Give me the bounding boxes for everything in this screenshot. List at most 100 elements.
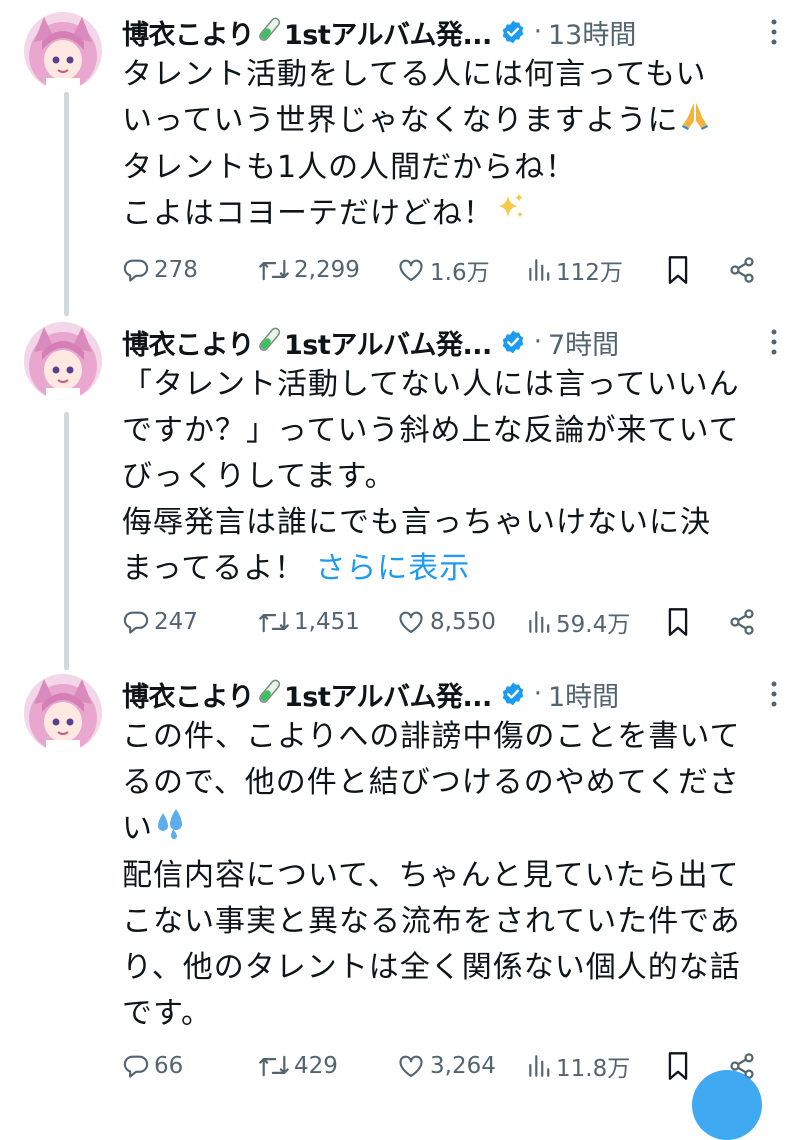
like-count: 8,550 xyxy=(430,609,496,635)
display-name[interactable]: 博衣こより xyxy=(122,675,254,714)
view-count: 59.4万 xyxy=(556,612,631,638)
like-icon xyxy=(399,1055,423,1077)
tweet[interactable]: 博衣こより 1stアルバム発... · 13時間 タレント活動をしてる人には何言… xyxy=(0,12,800,302)
verified-badge-icon xyxy=(500,681,526,707)
separator-dot: · xyxy=(533,327,542,357)
like-count: 1.6万 xyxy=(430,260,490,286)
avatar[interactable] xyxy=(24,12,102,90)
display-name-suffix[interactable]: 1stアルバム発... xyxy=(284,13,492,52)
views-button[interactable]: 112万 xyxy=(526,253,623,287)
sweat-droplets-emoji-icon xyxy=(153,807,187,853)
tweet-text: この件、こよりへの誹謗中傷のことを書いて るので、他の件と結びつけるのやめてくだ… xyxy=(122,714,782,1037)
sparkles-emoji-icon xyxy=(494,191,526,237)
tweet-line: り、他のタレントは全く関係ない個人的な話 xyxy=(122,949,741,985)
views-icon xyxy=(529,611,550,633)
test-tube-icon xyxy=(254,325,284,359)
tweet-header: 博衣こより 1stアルバム発... · 13時間 xyxy=(122,12,782,52)
bookmark-icon xyxy=(668,608,688,636)
bookmark-button[interactable] xyxy=(666,255,690,285)
bookmark-button[interactable] xyxy=(666,1051,690,1081)
action-bar: 247 1,451 8,550 59.4万 xyxy=(122,602,782,642)
tweet-header: 博衣こより 1stアルバム発... · 7時間 xyxy=(122,322,782,362)
share-button[interactable] xyxy=(728,256,756,284)
share-icon xyxy=(730,257,754,283)
more-options-icon[interactable] xyxy=(770,18,778,50)
timestamp[interactable]: 7時間 xyxy=(548,323,619,362)
reply-count: 278 xyxy=(154,257,198,283)
tweet-line: 「タレント活動してない人には言っていいん xyxy=(122,367,740,402)
tweet-text: タレント活動をしてる人には何言ってもい いっていう世界じゃなくなりますように タ… xyxy=(122,52,782,237)
tweet-line: ですか？」っていう斜め上な反論が来ていて xyxy=(122,413,740,448)
tweet-line: いっていう世界じゃなくなりますように xyxy=(122,103,679,138)
tweet-line: い xyxy=(122,811,153,846)
reply-icon xyxy=(123,259,149,282)
like-icon xyxy=(399,611,423,633)
view-count: 11.8万 xyxy=(556,1056,631,1082)
like-button[interactable]: 1.6万 xyxy=(396,253,490,287)
tweet[interactable]: 博衣こより 1stアルバム発... · 7時間 「タレント活動してない人には言っ… xyxy=(0,322,800,652)
action-bar: 278 2,299 1.6万 112万 xyxy=(122,250,782,290)
tweet-line-with-emoji: い xyxy=(122,806,782,853)
tweet-line: タレント活動をしてる人には何言ってもい xyxy=(122,57,707,92)
bookmark-icon xyxy=(668,256,688,284)
views-icon xyxy=(529,259,550,281)
share-button[interactable] xyxy=(728,608,756,636)
tweet-line: タレントも1人の人間だからね！ xyxy=(122,149,577,185)
show-more-link[interactable]: さらに表示 xyxy=(315,551,470,586)
retweet-icon xyxy=(259,611,289,633)
separator-dot: · xyxy=(533,679,542,709)
test-tube-icon xyxy=(254,15,284,49)
share-icon xyxy=(730,609,754,635)
retweet-button[interactable]: 2,299 xyxy=(258,256,360,284)
display-name-suffix[interactable]: 1stアルバム発... xyxy=(284,675,492,714)
tweet-line-with-emoji: こよはコヨーテだけどね！ xyxy=(122,191,782,238)
reply-button[interactable]: 278 xyxy=(122,256,198,284)
tweet-line: 侮辱発言は誰にでも言っちゃいけないに決 xyxy=(122,505,711,540)
like-button[interactable]: 3,264 xyxy=(396,1052,496,1080)
display-name-suffix[interactable]: 1stアルバム発... xyxy=(284,323,492,362)
like-count: 3,264 xyxy=(430,1053,496,1079)
action-bar: 66 429 3,264 11.8万 xyxy=(122,1046,782,1086)
tweet-text: 「タレント活動してない人には言っていいん ですか？」っていう斜め上な反論が来てい… xyxy=(122,362,782,592)
tweet-line-with-emoji: いっていう世界じゃなくなりますように xyxy=(122,98,782,145)
tweet-line: びっくりしてます。 xyxy=(122,459,396,494)
tweet-line: るので、他の件と結びつけるのやめてくださ xyxy=(122,765,740,800)
avatar[interactable] xyxy=(24,674,102,752)
display-name[interactable]: 博衣こより xyxy=(122,13,254,52)
test-tube-icon xyxy=(254,677,284,711)
retweet-button[interactable]: 1,451 xyxy=(258,608,360,636)
view-count: 112万 xyxy=(556,260,623,286)
retweet-icon xyxy=(259,259,289,281)
more-options-icon[interactable] xyxy=(770,680,778,712)
tweet-line: この件、こよりへの誹謗中傷のことを書いて xyxy=(122,719,741,754)
avatar[interactable] xyxy=(24,322,102,400)
views-icon xyxy=(529,1055,550,1077)
verified-badge-icon xyxy=(500,329,526,355)
display-name[interactable]: 博衣こより xyxy=(122,323,254,362)
more-options-icon[interactable] xyxy=(770,328,778,360)
pray-emoji-icon xyxy=(679,99,711,145)
like-icon xyxy=(399,259,423,281)
bookmark-button[interactable] xyxy=(666,607,690,637)
reply-icon xyxy=(123,1055,149,1078)
views-button[interactable]: 59.4万 xyxy=(526,605,630,639)
timestamp[interactable]: 13時間 xyxy=(548,13,636,52)
reply-icon xyxy=(123,611,149,634)
reply-button[interactable]: 66 xyxy=(122,1052,183,1080)
retweet-count: 2,299 xyxy=(294,257,360,283)
retweet-count: 429 xyxy=(294,1053,338,1079)
reply-button[interactable]: 247 xyxy=(122,608,198,636)
tweet[interactable]: 博衣こより 1stアルバム発... · 1時間 この件、こよりへの誹謗中傷のこと… xyxy=(0,674,800,1082)
verified-badge-icon xyxy=(500,19,526,45)
reply-count: 66 xyxy=(154,1053,184,1079)
retweet-count: 1,451 xyxy=(294,609,360,635)
retweet-button[interactable]: 429 xyxy=(258,1052,338,1080)
tweet-line: 配信内容について、ちゃんと見ていたら出て xyxy=(122,857,740,893)
views-button[interactable]: 11.8万 xyxy=(526,1049,630,1083)
tweet-line: まってるよ！ xyxy=(122,551,306,586)
timestamp[interactable]: 1時間 xyxy=(548,675,619,714)
bookmark-icon xyxy=(668,1052,688,1080)
like-button[interactable]: 8,550 xyxy=(396,608,496,636)
tweet-line: です。 xyxy=(122,995,212,1031)
reply-count: 247 xyxy=(154,609,198,635)
